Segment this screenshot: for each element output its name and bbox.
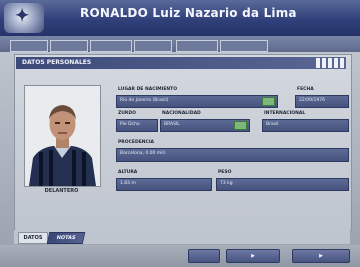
header-stripe [340,58,344,68]
date-value: 22/09/1976 [299,98,325,103]
weight-field: 73 kg [216,178,349,191]
origin-value: Barcelona, 0.00 mill. [120,151,167,156]
birthplace-label: LUGAR DE NACIMIENTO [118,87,178,92]
tab-4[interactable] [134,40,172,52]
header-stripe [316,58,320,68]
height-label: ALTURA [118,170,138,175]
player-name-title: RONALDO Luiz Nazario da Lima [80,6,297,20]
player-portrait-icon [25,86,100,186]
date-field: 22/09/1976 [295,95,349,108]
origin-label: PROCEDENCIA [118,140,154,145]
foot-label: ZURDO [118,111,136,116]
height-field: 1.83 m [116,178,212,191]
logo-mark: ✦ [15,6,30,26]
tab-notas[interactable]: NOTAS [46,232,86,244]
weight-label: PESO [218,170,232,175]
nationality-label: NACIONALIDAD [162,111,201,116]
header-stripe [322,58,326,68]
date-label: FECHA [297,87,314,92]
weight-value: 73 kg [220,181,233,186]
player-position: DELANTERO [44,188,79,194]
game-screen: ✦ RONALDO Luiz Nazario da Lima DATOS PER… [0,0,360,267]
foot-value: Pie Dcho [120,122,140,127]
tab-2[interactable] [50,40,88,52]
birthplace-badge[interactable] [262,97,275,106]
footer-button-2[interactable]: ▶ [226,249,280,263]
height-value: 1.83 m [120,181,136,186]
header-stripe [328,58,332,68]
panel-title: DATOS PERSONALES [22,59,92,66]
header-stripe [334,58,338,68]
international-value: Brasil [266,122,279,127]
international-field: Brasil [262,119,349,132]
origin-field: Barcelona, 0.00 mill. [116,148,349,162]
player-photo [24,85,101,187]
birthplace-field: Río de Janeiro (Brasil) [116,95,278,108]
tab-6[interactable] [220,40,268,52]
arrow-icon: ▶ [251,253,255,259]
nationality-badge[interactable] [234,121,247,130]
tab-5[interactable] [176,40,218,52]
tab-1[interactable] [10,40,48,52]
tab-datos[interactable]: DATOS [18,232,48,244]
tab-3[interactable] [90,40,132,52]
international-label: INTERNACIONAL [264,111,306,116]
footer-button-1[interactable] [188,249,220,263]
foot-field: Pie Dcho [116,119,158,132]
arrow-icon: ▶ [319,253,323,259]
birthplace-value: Río de Janeiro (Brasil) [120,98,169,103]
footer-button-3[interactable]: ▶ [292,249,350,263]
